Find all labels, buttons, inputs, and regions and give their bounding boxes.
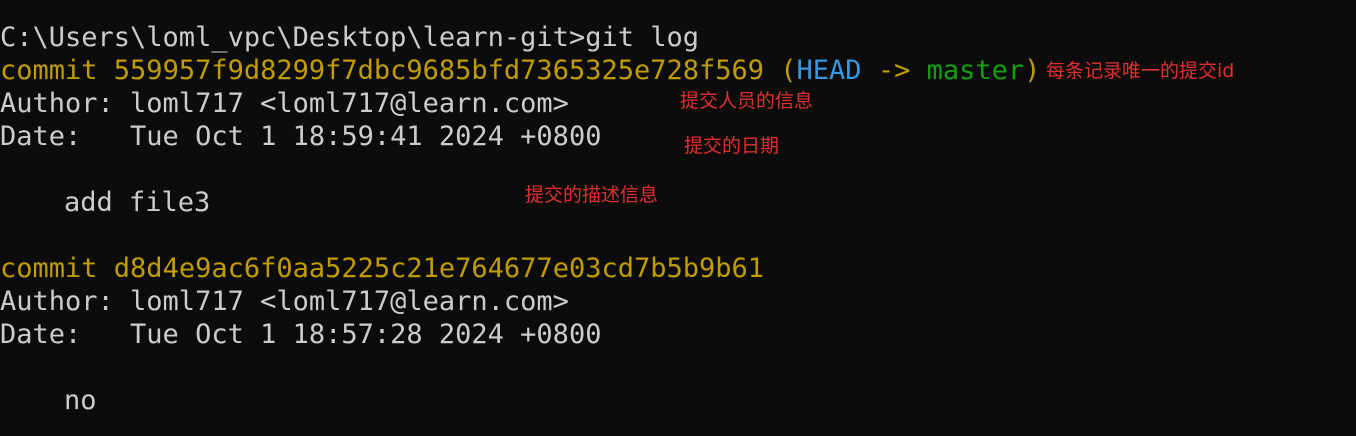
commit-label: commit — [0, 55, 114, 86]
commit-message-1: add file3 — [64, 187, 211, 218]
annotation-commit-id: 每条记录唯一的提交id — [1046, 60, 1235, 82]
author-line-1: Author: loml717 <loml717@learn.com> — [0, 88, 569, 119]
commit-line-1: commit 559957f9d8299f7dbc9685bfd7365325e… — [0, 54, 1040, 87]
ref-open-paren: ( — [764, 55, 797, 86]
commit-hash: 559957f9d8299f7dbc9685bfd7365325e728f569 — [113, 55, 765, 86]
command-prompt-line: C:\Users\loml_vpc\Desktop\learn-git>git … — [0, 22, 699, 53]
head-ref: HEAD — [796, 55, 862, 86]
branch-ref: master — [926, 55, 1025, 86]
annotation-message-info: 提交的描述信息 — [525, 184, 659, 206]
author-line-2: Author: loml717 <loml717@learn.com> — [0, 286, 569, 317]
annotation-author-info: 提交人员的信息 — [680, 90, 814, 112]
commit-hash: d8d4e9ac6f0aa5225c21e764677e03cd7b5b9b61 — [113, 253, 765, 284]
date-line-2: Date: Tue Oct 1 18:57:28 2024 +0800 — [0, 319, 602, 350]
commit-line-2: commit d8d4e9ac6f0aa5225c21e764677e03cd7… — [0, 252, 764, 285]
commit-message-2: no — [64, 385, 97, 416]
ref-close-paren: ) — [1024, 55, 1041, 86]
date-line-1: Date: Tue Oct 1 18:59:41 2024 +0800 — [0, 121, 602, 152]
ref-arrow: -> — [861, 55, 927, 86]
annotation-date-info: 提交的日期 — [684, 135, 780, 157]
commit-label: commit — [0, 253, 114, 284]
terminal-window[interactable]: C:\Users\loml_vpc\Desktop\learn-git>git … — [0, 0, 1356, 436]
